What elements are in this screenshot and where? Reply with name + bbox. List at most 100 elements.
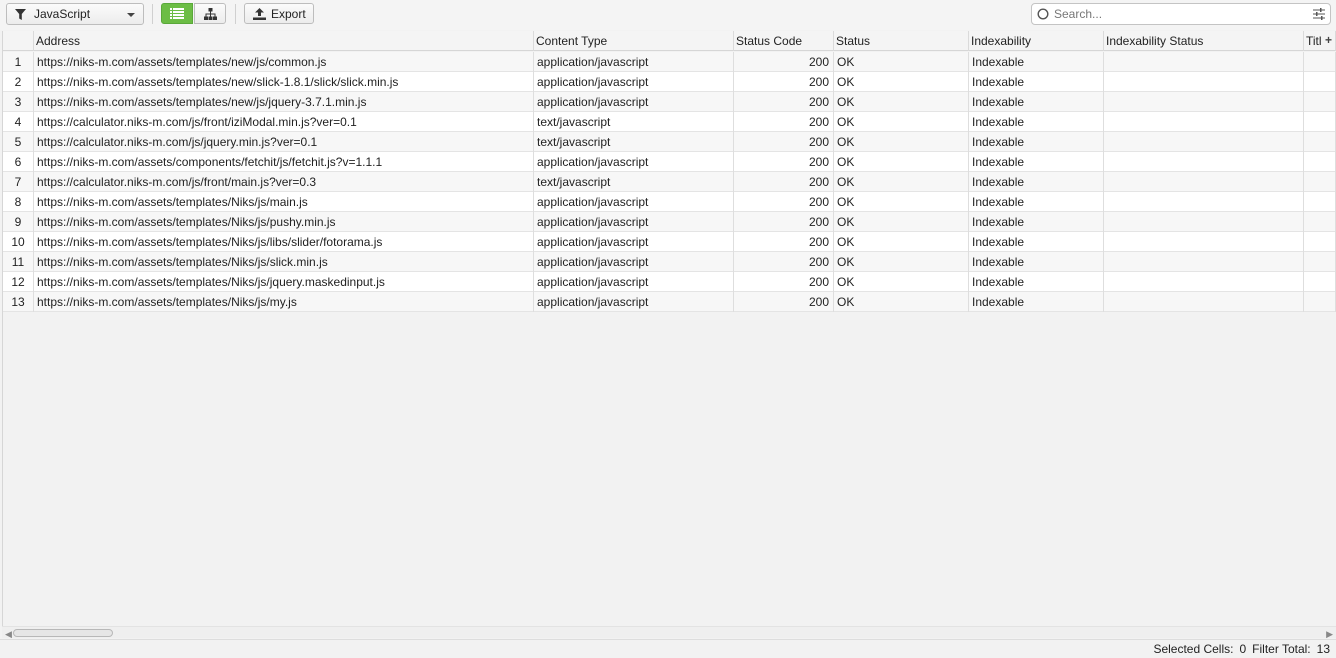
row-number[interactable]: 6 — [3, 152, 34, 172]
row-number[interactable]: 12 — [3, 272, 34, 292]
cell-address[interactable]: https://niks-m.com/assets/templates/Niks… — [34, 212, 534, 232]
cell-indexability[interactable]: Indexable — [969, 232, 1104, 252]
table-row[interactable]: 12 https://niks-m.com/assets/templates/Ni… — [3, 272, 1336, 292]
cell-status[interactable]: OK — [834, 52, 969, 72]
row-number[interactable]: 11 — [3, 252, 34, 272]
row-number[interactable]: 5 — [3, 132, 34, 152]
cell-indexability[interactable]: Indexable — [969, 192, 1104, 212]
cell-title[interactable] — [1304, 72, 1336, 92]
table-row[interactable]: 10 https://niks-m.com/assets/templates/Ni… — [3, 232, 1336, 252]
cell-content-type[interactable]: application/javascript — [534, 192, 734, 212]
cell-indexability[interactable]: Indexable — [969, 52, 1104, 72]
cell-address[interactable]: https://calculator.niks-m.com/js/front/i… — [34, 112, 534, 132]
list-view-button[interactable] — [161, 3, 193, 24]
cell-status-code[interactable]: 200 — [734, 52, 834, 72]
cell-address[interactable]: https://niks-m.com/assets/components/fet… — [34, 152, 534, 172]
cell-status-code[interactable]: 200 — [734, 272, 834, 292]
cell-content-type[interactable]: application/javascript — [534, 52, 734, 72]
cell-title[interactable] — [1304, 292, 1336, 312]
cell-indexability-status[interactable] — [1104, 112, 1304, 132]
table-row[interactable]: 7 https://calculator.niks-m.com/js/front/… — [3, 172, 1336, 192]
cell-status[interactable]: OK — [834, 212, 969, 232]
cell-indexability-status[interactable] — [1104, 212, 1304, 232]
cell-status[interactable]: OK — [834, 112, 969, 132]
table-row[interactable]: 2 https://niks-m.com/assets/templates/new… — [3, 72, 1336, 92]
cell-status[interactable]: OK — [834, 172, 969, 192]
cell-indexability[interactable]: Indexable — [969, 92, 1104, 112]
cell-indexability[interactable]: Indexable — [969, 112, 1104, 132]
cell-status[interactable]: OK — [834, 132, 969, 152]
cell-address[interactable]: https://niks-m.com/assets/templates/new/… — [34, 52, 534, 72]
cell-title[interactable] — [1304, 192, 1336, 212]
cell-address[interactable]: https://niks-m.com/assets/templates/Niks… — [34, 232, 534, 252]
cell-indexability[interactable]: Indexable — [969, 212, 1104, 232]
cell-indexability[interactable]: Indexable — [969, 292, 1104, 312]
column-header-status[interactable]: Status — [834, 31, 969, 51]
cell-status[interactable]: OK — [834, 72, 969, 92]
row-number[interactable]: 3 — [3, 92, 34, 112]
cell-indexability-status[interactable] — [1104, 232, 1304, 252]
table-row[interactable]: 8 https://niks-m.com/assets/templates/Nik… — [3, 192, 1336, 212]
row-number[interactable]: 13 — [3, 292, 34, 312]
cell-indexability-status[interactable] — [1104, 132, 1304, 152]
cell-address[interactable]: https://niks-m.com/assets/templates/Niks… — [34, 252, 534, 272]
row-number[interactable]: 4 — [3, 112, 34, 132]
cell-address[interactable]: https://niks-m.com/assets/templates/Niks… — [34, 192, 534, 212]
cell-content-type[interactable]: application/javascript — [534, 92, 734, 112]
row-number[interactable]: 10 — [3, 232, 34, 252]
row-number[interactable]: 9 — [3, 212, 34, 232]
cell-indexability[interactable]: Indexable — [969, 132, 1104, 152]
row-number[interactable]: 2 — [3, 72, 34, 92]
cell-status-code[interactable]: 200 — [734, 212, 834, 232]
tree-view-button[interactable] — [194, 3, 226, 24]
table-row[interactable]: 11 https://niks-m.com/assets/templates/Ni… — [3, 252, 1336, 272]
cell-address[interactable]: https://niks-m.com/assets/templates/Niks… — [34, 292, 534, 312]
table-row[interactable]: 6 https://niks-m.com/assets/components/fe… — [3, 152, 1336, 172]
cell-address[interactable]: https://niks-m.com/assets/templates/new/… — [34, 72, 534, 92]
cell-title[interactable] — [1304, 132, 1336, 152]
cell-content-type[interactable]: application/javascript — [534, 292, 734, 312]
cell-title[interactable] — [1304, 112, 1336, 132]
cell-indexability-status[interactable] — [1104, 192, 1304, 212]
column-header-indexability-status[interactable]: Indexability Status — [1104, 31, 1304, 51]
row-number[interactable]: 1 — [3, 52, 34, 72]
cell-status-code[interactable]: 200 — [734, 252, 834, 272]
cell-content-type[interactable]: text/javascript — [534, 132, 734, 152]
cell-indexability[interactable]: Indexable — [969, 252, 1104, 272]
cell-address[interactable]: https://calculator.niks-m.com/js/jquery.… — [34, 132, 534, 152]
filter-dropdown[interactable]: JavaScript — [6, 3, 144, 25]
cell-status-code[interactable]: 200 — [734, 192, 834, 212]
column-header-title[interactable]: Titl + — [1304, 31, 1336, 51]
row-number[interactable]: 8 — [3, 192, 34, 212]
cell-indexability-status[interactable] — [1104, 152, 1304, 172]
cell-status[interactable]: OK — [834, 152, 969, 172]
search-input[interactable] — [1054, 7, 1294, 21]
table-row[interactable]: 13 https://niks-m.com/assets/templates/Ni… — [3, 292, 1336, 312]
table-row[interactable]: 5 https://calculator.niks-m.com/js/jquery… — [3, 132, 1336, 152]
cell-indexability[interactable]: Indexable — [969, 72, 1104, 92]
cell-content-type[interactable]: application/javascript — [534, 272, 734, 292]
scrollbar-thumb[interactable] — [13, 629, 113, 637]
cell-indexability-status[interactable] — [1104, 272, 1304, 292]
table-row[interactable]: 3 https://niks-m.com/assets/templates/new… — [3, 92, 1336, 112]
cell-address[interactable]: https://niks-m.com/assets/templates/new/… — [34, 92, 534, 112]
cell-indexability-status[interactable] — [1104, 252, 1304, 272]
cell-indexability-status[interactable] — [1104, 92, 1304, 112]
table-row[interactable]: 4 https://calculator.niks-m.com/js/front/… — [3, 112, 1336, 132]
cell-status-code[interactable]: 200 — [734, 92, 834, 112]
cell-title[interactable] — [1304, 252, 1336, 272]
row-number[interactable]: 7 — [3, 172, 34, 192]
cell-title[interactable] — [1304, 92, 1336, 112]
cell-content-type[interactable]: application/javascript — [534, 152, 734, 172]
cell-title[interactable] — [1304, 232, 1336, 252]
horizontal-scrollbar[interactable]: ◀ ▶ — [2, 626, 1336, 639]
cell-status[interactable]: OK — [834, 252, 969, 272]
cell-content-type[interactable]: application/javascript — [534, 212, 734, 232]
cell-content-type[interactable]: text/javascript — [534, 112, 734, 132]
table-row[interactable]: 1 https://niks-m.com/assets/templates/new… — [3, 52, 1336, 72]
export-button[interactable]: Export — [244, 3, 314, 24]
column-header-content-type[interactable]: Content Type — [534, 31, 734, 51]
cell-status-code[interactable]: 200 — [734, 132, 834, 152]
cell-title[interactable] — [1304, 52, 1336, 72]
cell-title[interactable] — [1304, 272, 1336, 292]
